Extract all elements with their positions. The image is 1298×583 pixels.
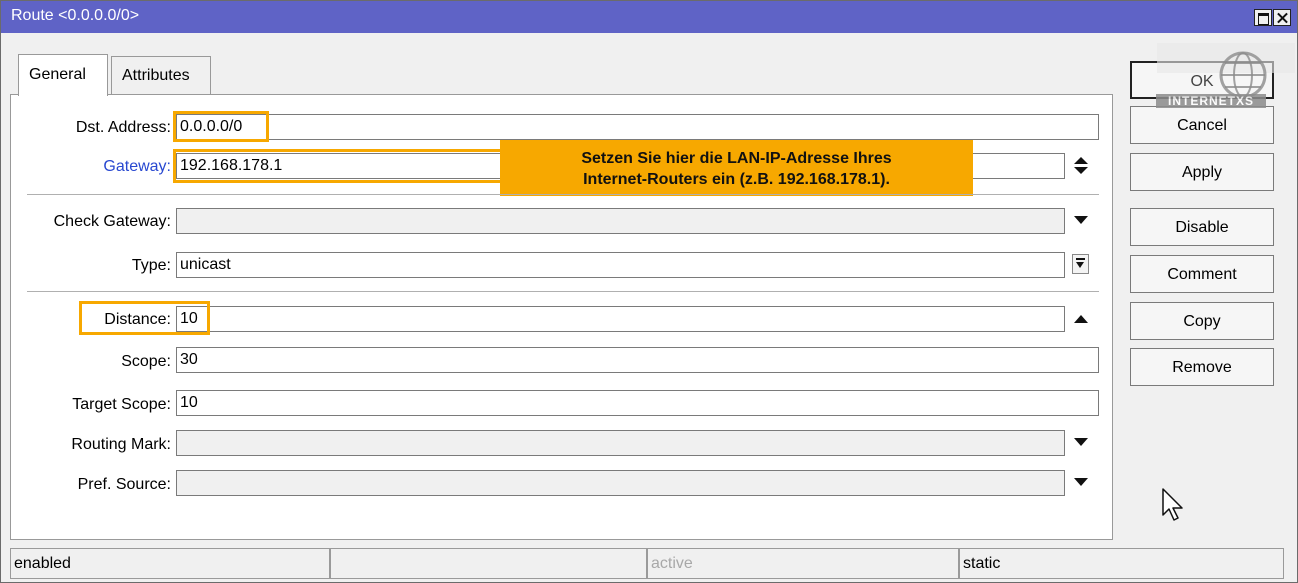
route-window: Route <0.0.0.0/0> General Attributes Dst… <box>0 0 1298 583</box>
check-gateway-select[interactable] <box>176 208 1065 234</box>
divider <box>27 291 1099 292</box>
close-icon[interactable] <box>1273 9 1291 26</box>
scope-label: Scope: <box>121 353 171 370</box>
status-bar: enabled active static <box>1 547 1297 582</box>
annotation-callout: Setzen Sie hier die LAN-IP-Adresse Ihres… <box>500 140 973 196</box>
pref-source-label: Pref. Source: <box>77 476 171 493</box>
routing-mark-select[interactable] <box>176 430 1065 456</box>
comment-button[interactable]: Comment <box>1130 255 1274 293</box>
updown-icon[interactable] <box>1074 157 1088 175</box>
title-bar[interactable]: Route <0.0.0.0/0> <box>1 1 1297 33</box>
status-empty <box>330 548 647 579</box>
watermark-text: INTERNETXS <box>1156 94 1266 108</box>
distance-highlight <box>79 301 210 335</box>
copy-button[interactable]: Copy <box>1130 302 1274 340</box>
disable-button[interactable]: Disable <box>1130 208 1274 246</box>
maximize-icon[interactable] <box>1254 9 1272 26</box>
type-select[interactable]: unicast <box>176 252 1065 278</box>
dropdown-icon[interactable] <box>1074 216 1088 224</box>
status-enabled: enabled <box>10 548 330 579</box>
scope-input[interactable]: 30 <box>176 347 1099 373</box>
apply-button[interactable]: Apply <box>1130 153 1274 191</box>
tab-general[interactable]: General <box>18 54 108 96</box>
routing-mark-label: Routing Mark: <box>71 436 171 453</box>
gateway-highlight <box>173 149 503 183</box>
gateway-label-link[interactable]: Gateway: <box>41 158 171 176</box>
target-scope-label: Target Scope: <box>72 396 171 413</box>
status-static: static <box>959 548 1284 579</box>
callout-line-2: Internet-Routers ein (z.B. 192.168.178.1… <box>583 171 890 188</box>
dst-address-highlight <box>173 111 269 142</box>
distance-input[interactable]: 10 <box>176 306 1065 332</box>
pref-source-select[interactable] <box>176 470 1065 496</box>
type-label: Type: <box>131 257 171 274</box>
status-active: active <box>647 548 959 579</box>
tab-attributes[interactable]: Attributes <box>111 56 211 94</box>
callout-line-1: Setzen Sie hier die LAN-IP-Adresse Ihres <box>581 150 892 167</box>
arrow-up-icon[interactable] <box>1074 315 1088 323</box>
dropdown-icon[interactable] <box>1074 478 1088 486</box>
check-gateway-label: Check Gateway: <box>53 213 171 230</box>
dst-address-label: Dst. Address: <box>75 119 171 136</box>
dropdown-box-icon[interactable] <box>1072 254 1089 274</box>
remove-button[interactable]: Remove <box>1130 348 1274 386</box>
target-scope-input[interactable]: 10 <box>176 390 1099 416</box>
divider <box>27 194 1099 195</box>
dropdown-icon[interactable] <box>1074 438 1088 446</box>
dst-address-input[interactable]: 0.0.0.0/0 <box>176 114 1099 140</box>
mouse-cursor-icon <box>1162 488 1183 521</box>
window-title: Route <0.0.0.0/0> <box>11 7 140 24</box>
